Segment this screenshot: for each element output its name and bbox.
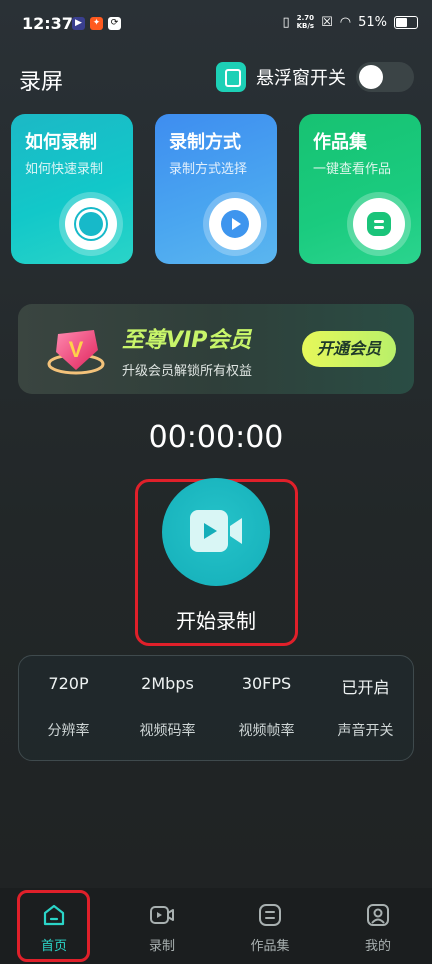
notification-icons: ▶ ✦ ⟳ xyxy=(72,17,121,30)
document-icon xyxy=(353,198,405,250)
nav-portfolio[interactable]: 作品集 xyxy=(216,888,324,964)
card-title: 如何录制 xyxy=(25,132,97,153)
stat-label: 视频帧率 xyxy=(238,723,295,739)
signal-off-icon: ☒ xyxy=(321,14,333,30)
status-time: 12:37 xyxy=(22,14,73,33)
play-icon xyxy=(209,198,261,250)
start-record-button[interactable] xyxy=(162,478,270,586)
toggle-knob xyxy=(359,65,383,89)
document-icon xyxy=(259,904,281,926)
vip-badge-icon: V xyxy=(47,330,105,375)
stat-label: 视频码率 xyxy=(139,723,196,739)
float-window-icon xyxy=(216,62,246,92)
float-window-control: 悬浮窗开关 xyxy=(216,62,414,92)
float-window-toggle[interactable] xyxy=(356,62,414,92)
card-subtitle: 一键查看作品 xyxy=(313,162,392,177)
video-camera-icon xyxy=(150,906,174,924)
record-timer: 00:00:00 xyxy=(148,420,284,455)
network-speed: 2.70 KB/s xyxy=(297,14,314,30)
record-settings-panel: 720P 分辨率 2Mbps 视频码率 30FPS 视频帧率 已开启 声音开关 xyxy=(18,655,414,761)
stat-label: 声音开关 xyxy=(337,723,394,739)
vip-title: 至尊VIP会员 xyxy=(122,328,252,353)
nav-label: 录制 xyxy=(148,939,175,954)
nav-home-highlight-box xyxy=(17,890,90,962)
wifi-icon: ◠ xyxy=(339,14,352,30)
app-notification-icon: ✦ xyxy=(90,17,103,30)
vip-subtitle: 升级会员解锁所有权益 xyxy=(122,364,253,379)
video-camera-icon xyxy=(190,510,242,552)
stat-value: 720P xyxy=(48,674,89,693)
start-record-label[interactable]: 开始录制 xyxy=(0,605,432,634)
card-portfolio[interactable]: 作品集 一键查看作品 xyxy=(299,114,421,264)
card-title: 录制方式 xyxy=(169,132,241,153)
card-subtitle: 录制方式选择 xyxy=(169,162,248,177)
card-record-mode[interactable]: 录制方式 录制方式选择 xyxy=(155,114,277,264)
network-speed-value: 2.70 xyxy=(296,14,314,22)
stat-label: 分辨率 xyxy=(47,723,90,739)
stat-value: 30FPS xyxy=(241,674,292,693)
card-subtitle: 如何快速录制 xyxy=(25,162,104,177)
vip-banner[interactable]: V 至尊VIP会员 升级会员解锁所有权益 开通会员 xyxy=(18,304,414,394)
vibrate-icon: ▯ xyxy=(282,14,290,30)
stat-value: 2Mbps xyxy=(141,674,194,693)
card-how-to-record[interactable]: 如何录制 如何快速录制 xyxy=(11,114,133,264)
media-notification-icon: ▶ xyxy=(72,17,85,30)
user-icon xyxy=(367,904,389,926)
float-window-label: 悬浮窗开关 xyxy=(256,68,346,89)
network-speed-unit: KB/s xyxy=(296,22,315,30)
vip-open-button[interactable]: 开通会员 xyxy=(302,331,396,367)
battery-percent: 51% xyxy=(358,14,387,30)
status-bar: 12:37 ▶ ✦ ⟳ ▯ 2.70 KB/s ☒ ◠ 51% xyxy=(0,0,432,48)
page-title: 录屏 xyxy=(19,70,64,95)
nav-label: 我的 xyxy=(364,939,391,954)
sync-notification-icon: ⟳ xyxy=(108,17,121,30)
status-indicators: ▯ 2.70 KB/s ☒ ◠ 51% xyxy=(282,14,418,30)
record-dot-icon xyxy=(65,198,117,250)
svg-text:V: V xyxy=(69,337,84,362)
stat-value: 已开启 xyxy=(341,678,390,697)
nav-record[interactable]: 录制 xyxy=(108,888,216,964)
card-title: 作品集 xyxy=(313,132,367,153)
battery-icon xyxy=(394,15,418,29)
nav-profile[interactable]: 我的 xyxy=(324,888,432,964)
nav-label: 作品集 xyxy=(250,939,290,954)
